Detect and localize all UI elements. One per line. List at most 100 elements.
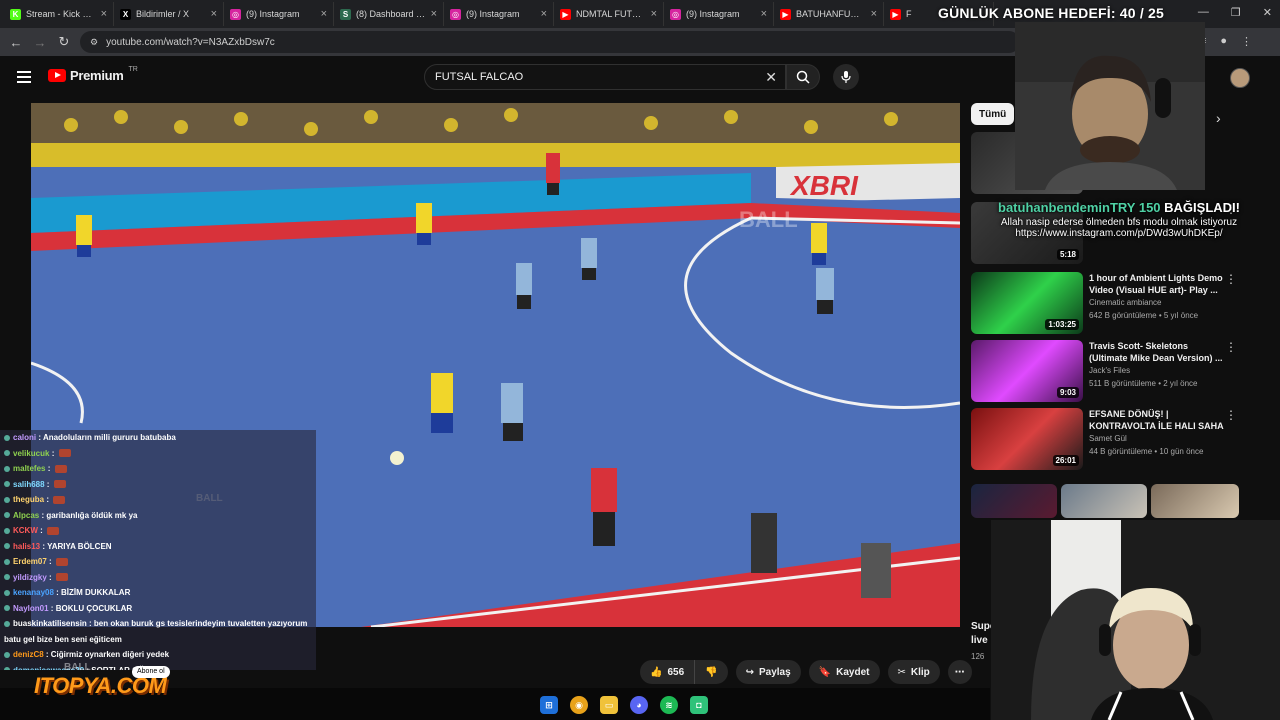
recommendation-title[interactable]: 1 hour of Ambient Lights Demo Video (Vis…: [1089, 272, 1225, 296]
close-tab-icon[interactable]: ×: [211, 8, 217, 20]
site-info-icon[interactable]: ⚙: [90, 37, 98, 48]
voice-search-button[interactable]: [833, 64, 859, 90]
close-tab-icon[interactable]: ×: [541, 8, 547, 20]
chat-username[interactable]: denizC8: [13, 650, 44, 659]
close-tab-icon[interactable]: ×: [651, 8, 657, 20]
discord-icon[interactable]: ◕: [630, 696, 648, 714]
browser-tab[interactable]: ◎ (9) Instagram ×: [664, 2, 774, 26]
minimize-icon[interactable]: —: [1198, 6, 1209, 19]
chat-username[interactable]: halis13: [13, 542, 40, 551]
browser-tab[interactable]: K Stream - Kick Das ×: [4, 2, 114, 26]
chat-username[interactable]: salih688: [13, 480, 45, 489]
recommendation-item[interactable]: 26:01 EFSANE DÖNÜŞ! | KONTRAVOLTA İLE HAL…: [971, 408, 1241, 470]
menu-hamburger-icon[interactable]: [17, 71, 31, 83]
channel-watermark: BALL: [739, 207, 798, 232]
recommendation-channel[interactable]: Cinematic ambiance: [1089, 298, 1161, 307]
more-actions-button[interactable]: ⋯: [947, 660, 972, 684]
chat-username[interactable]: velikucuk: [13, 449, 49, 458]
recommendation-item[interactable]: 9:03 Travis Scott- Skeletons (Ultimate Mi…: [971, 340, 1241, 402]
donation-message: Allah nasip ederse ölmeden bfs modu olma…: [1000, 217, 1238, 228]
youtube-logo[interactable]: Premium TR: [48, 66, 138, 83]
chat-emote-icon: [47, 526, 59, 535]
chat-username[interactable]: Alpcas: [13, 511, 39, 520]
chat-username[interactable]: Erdem07: [13, 557, 47, 566]
close-tab-icon[interactable]: ×: [761, 8, 767, 20]
chat-badge-icon: [4, 620, 10, 627]
clear-search-icon[interactable]: ✕: [765, 69, 777, 86]
back-icon[interactable]: ←: [4, 35, 28, 50]
streamer-camera-top: [1015, 22, 1205, 190]
browser-tab[interactable]: ▶ NDMTAL FUTBOL ×: [554, 2, 664, 26]
browser-tab[interactable]: S (8) Dashboard / S ×: [334, 2, 444, 26]
search-query: FUTSAL FALCAO: [435, 71, 524, 83]
chat-username[interactable]: kenanay08: [13, 588, 54, 597]
menu-icon[interactable]: ⋮: [1241, 35, 1252, 48]
chat-separator: :: [36, 433, 43, 442]
subscriber-goal: GÜNLÜK ABONE HEDEFİ: 40 / 25: [938, 5, 1165, 21]
chat-message: caloni : Anadoluların milli gururu batub…: [0, 430, 316, 446]
windows-start-icon[interactable]: ⊞: [540, 696, 558, 714]
chat-username[interactable]: caloni: [13, 433, 36, 442]
chevron-right-icon[interactable]: ›: [1216, 110, 1221, 126]
clip-button[interactable]: ✂ Klip: [887, 660, 940, 684]
close-tab-icon[interactable]: ×: [101, 8, 107, 20]
recommendation-item[interactable]: 1:03:25 1 hour of Ambient Lights Demo Vid…: [971, 272, 1241, 334]
profile-icon[interactable]: ●: [1220, 35, 1227, 48]
share-button[interactable]: ↪ Paylaş: [735, 660, 801, 684]
chat-separator: :: [49, 448, 57, 458]
app-icon[interactable]: ◘: [690, 696, 708, 714]
reload-icon[interactable]: ↻: [52, 34, 76, 50]
spotify-icon[interactable]: ≋: [660, 696, 678, 714]
browser-tab[interactable]: ◎ (9) Instagram ×: [224, 2, 334, 26]
recommendation-channel[interactable]: Jack's Files: [1089, 366, 1130, 375]
chat-message: maltefes :: [0, 461, 316, 477]
chat-message: yildizgky :: [0, 570, 316, 586]
file-explorer-icon[interactable]: ▭: [600, 696, 618, 714]
video-thumbnail[interactable]: [1151, 484, 1239, 518]
filter-chip-all[interactable]: Tümü: [971, 103, 1015, 125]
chat-username[interactable]: theguba: [13, 495, 44, 504]
scissors-icon: ✂: [897, 666, 906, 678]
browser-tab[interactable]: X Bildirimler / X ×: [114, 2, 224, 26]
maximize-icon[interactable]: ❐: [1231, 6, 1241, 19]
account-avatar[interactable]: [1230, 68, 1250, 88]
video-thumbnail[interactable]: 1:03:25: [971, 272, 1083, 334]
recommendation-channel[interactable]: Samet Gül: [1089, 434, 1127, 443]
partial-recommendation-title[interactable]: Supe live: [971, 620, 995, 648]
more-vertical-icon[interactable]: ⋮: [1225, 340, 1237, 354]
donor-name: batuhanbendemin: [998, 200, 1110, 215]
browser-tab[interactable]: ▶ BATUHANFURKAN ×: [774, 2, 884, 26]
chat-username[interactable]: Naylon01: [13, 604, 49, 613]
save-button[interactable]: 🔖 Kaydet: [808, 660, 880, 684]
chat-message: salih688 :: [0, 477, 316, 493]
more-vertical-icon[interactable]: ⋮: [1225, 408, 1237, 422]
donation-alert: batuhanbendeminTRY 150 BAĞIŞLADI! Allah …: [979, 200, 1259, 239]
video-thumbnail[interactable]: 9:03: [971, 340, 1083, 402]
close-tab-icon[interactable]: ×: [431, 8, 437, 20]
search-input[interactable]: FUTSAL FALCAO ✕: [424, 64, 786, 90]
chrome-icon[interactable]: ◉: [570, 696, 588, 714]
recommendation-title[interactable]: Travis Scott- Skeletons (Ultimate Mike D…: [1089, 340, 1225, 364]
chat-username[interactable]: yildizgky: [13, 573, 47, 582]
address-bar[interactable]: ⚙ youtube.com/watch?v=N3AZxbDsw7c: [80, 31, 1020, 53]
subscribe-button[interactable]: Abone ol: [132, 666, 170, 678]
close-window-icon[interactable]: ✕: [1263, 6, 1272, 19]
search-button[interactable]: [786, 64, 820, 90]
close-tab-icon[interactable]: ×: [871, 8, 877, 20]
share-icon: ↪: [745, 666, 754, 678]
more-vertical-icon[interactable]: ⋮: [1225, 272, 1237, 286]
recommendation-title[interactable]: EFSANE DÖNÜŞ! | KONTRAVOLTA İLE HALI SAH…: [1089, 408, 1225, 432]
video-thumbnail[interactable]: 26:01: [971, 408, 1083, 470]
forward-icon[interactable]: →: [28, 35, 52, 50]
chat-badge-icon: [4, 527, 10, 534]
video-thumbnail[interactable]: [1061, 484, 1147, 518]
chat-username[interactable]: KCKW: [13, 526, 38, 535]
browser-tab[interactable]: ◎ (9) Instagram ×: [444, 2, 554, 26]
like-button[interactable]: 👍 656: [640, 660, 695, 684]
dislike-button[interactable]: 👎: [694, 660, 728, 684]
video-thumbnail[interactable]: [971, 484, 1057, 518]
chat-emote-icon: [55, 557, 68, 566]
chat-username[interactable]: maltefes: [13, 464, 45, 473]
chat-username[interactable]: buaskinkatilisensin: [13, 619, 87, 628]
close-tab-icon[interactable]: ×: [321, 8, 327, 20]
